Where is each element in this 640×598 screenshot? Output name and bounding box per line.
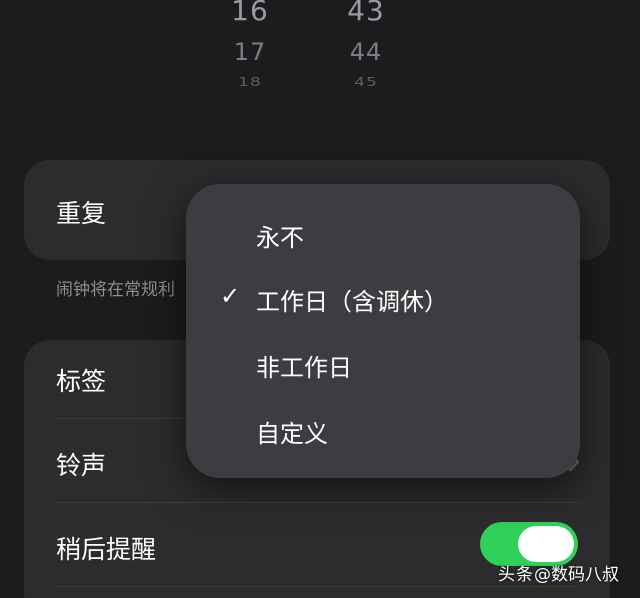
- alarm-edit-screen: 16 17 18 43 44 45 重复 闹钟将在常规利 标签 铃声 稍后提醒 …: [0, 0, 640, 598]
- menu-item-custom[interactable]: 自定义: [186, 400, 580, 460]
- watermark-handle: @数码八叔: [534, 565, 619, 585]
- menu-item-never[interactable]: 永不: [186, 204, 580, 264]
- menu-item-non-workdays[interactable]: 非工作日: [186, 334, 580, 394]
- repeat-note: 闹钟将在常规利: [56, 280, 175, 300]
- minute-option[interactable]: 45: [336, 75, 396, 90]
- watermark-logo: 头条: [498, 565, 534, 585]
- minute-option[interactable]: 43: [336, 0, 396, 27]
- menu-item-workdays[interactable]: ✓ 工作日（含调休）: [186, 268, 580, 328]
- watermark: 头条@数码八叔: [498, 560, 619, 590]
- hour-option[interactable]: 17: [220, 38, 280, 66]
- divider: [56, 502, 578, 503]
- repeat-label: 重复: [56, 199, 107, 228]
- toggle-knob: [518, 526, 574, 562]
- menu-item-label: 永不: [256, 224, 304, 252]
- hour-option[interactable]: 18: [220, 75, 280, 90]
- checkmark-icon: ✓: [220, 282, 241, 310]
- hour-option[interactable]: 16: [220, 0, 280, 27]
- menu-item-label: 非工作日: [256, 354, 352, 382]
- menu-item-label: 工作日（含调休）: [256, 288, 448, 316]
- snooze-label: 稍后提醒: [56, 535, 157, 564]
- menu-item-label: 自定义: [256, 420, 328, 448]
- ringtone-row[interactable]: 铃声: [56, 446, 106, 482]
- repeat-menu: 永不 ✓ 工作日（含调休） 非工作日 自定义: [186, 184, 580, 478]
- label-row[interactable]: 标签: [56, 362, 106, 398]
- minute-option[interactable]: 44: [336, 38, 396, 66]
